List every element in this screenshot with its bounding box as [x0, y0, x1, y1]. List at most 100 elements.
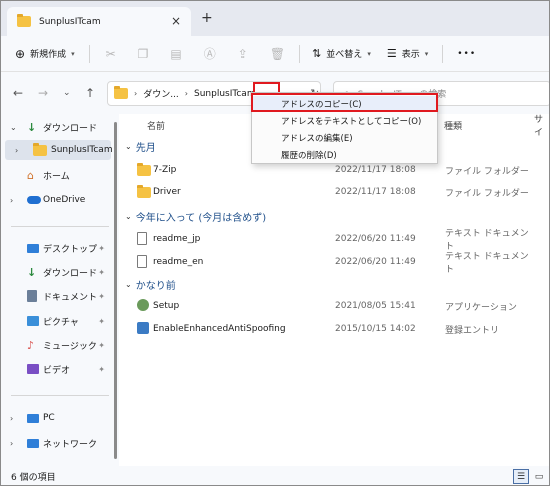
table-row[interactable]: EnableEnhancedAntiSpoofing 2015/10/15 14… — [133, 318, 537, 340]
sidebar-item-downloads[interactable]: ⌄ ↓ ダウンロード — [1, 117, 119, 137]
chevron-down-icon: ▾ — [71, 49, 75, 58]
sidebar-item-onedrive[interactable]: › OneDrive — [1, 190, 119, 210]
recent-chevron-icon[interactable]: ⌄ — [63, 88, 71, 98]
sidebar-item-documents[interactable]: ドキュメント ✦ — [1, 286, 119, 306]
sidebar-divider — [11, 226, 109, 227]
sidebar-divider — [11, 395, 109, 396]
group-header-long-ago[interactable]: ⌄ かなり前 — [125, 277, 176, 292]
pin-icon[interactable]: ✦ — [98, 365, 105, 374]
folder-icon — [33, 142, 47, 156]
rename-icon[interactable]: Ⓐ — [204, 45, 216, 62]
sidebar-item-downloads-pinned[interactable]: ↓ ダウンロード ✦ — [1, 262, 119, 282]
home-icon: ⌂ — [27, 168, 34, 182]
highlight-copy-address — [251, 93, 438, 112]
table-row[interactable]: Driver 2022/11/17 18:08 ファイル フォルダー — [133, 181, 537, 203]
menu-item-delete-history[interactable]: 履歴の削除(D) — [252, 147, 437, 163]
column-header-name[interactable]: 名前 — [147, 114, 165, 136]
cut-icon[interactable]: ✂ — [106, 47, 116, 61]
expanded-chevron-icon: ⌄ — [125, 212, 132, 221]
sort-icon: ⇅ — [312, 47, 322, 60]
more-options-icon[interactable]: ••• — [457, 49, 476, 59]
expanded-chevron-icon: ⌄ — [125, 280, 132, 289]
menu-item-edit-address[interactable]: アドレスの編集(E) — [252, 130, 437, 146]
forward-icon[interactable]: → — [38, 86, 48, 100]
file-list: 名前 種類 サイ ⌄ 先月 7-Zip 2022/11/17 18:08 ファイ… — [119, 114, 549, 466]
sidebar-item-music[interactable]: ♪ ミュージック ✦ — [1, 335, 119, 355]
file-date: 2022/06/20 11:49 — [335, 234, 416, 244]
share-icon[interactable]: ⇪ — [238, 47, 248, 61]
sidebar-item-label: ネットワーク — [43, 439, 98, 450]
pin-icon[interactable]: ✦ — [98, 341, 105, 350]
close-tab-icon[interactable]: × — [171, 14, 181, 28]
onedrive-cloud-icon — [27, 196, 41, 204]
documents-icon — [27, 290, 37, 302]
setup-application-icon — [137, 299, 149, 311]
pin-icon[interactable]: ✦ — [98, 292, 105, 301]
sidebar-item-label: OneDrive — [43, 195, 86, 205]
table-row[interactable]: readme_jp 2022/06/20 11:49 テキスト ドキュメント — [133, 228, 537, 252]
new-tab-button[interactable]: + — [201, 10, 213, 26]
chevron-down-icon: ▾ — [367, 49, 371, 58]
pin-icon[interactable]: ✦ — [98, 268, 105, 277]
paste-icon[interactable]: ▤ — [170, 47, 181, 61]
view-button-label: 表示 — [401, 50, 420, 60]
file-date: 2015/10/15 14:02 — [335, 324, 416, 334]
sidebar-item-label: ダウンロード — [43, 268, 98, 279]
details-view-icon[interactable]: ☰ — [513, 469, 529, 484]
status-bar: 6 個の項目 ☰ ▭ — [1, 466, 549, 485]
pin-icon[interactable]: ✦ — [98, 244, 105, 253]
explorer-window: SunplusITcam × + ⊕ 新規作成 ▾ ✂ ❐ ▤ Ⓐ ⇪ 🗑 ⇅ … — [0, 0, 550, 486]
view-icon: ☰ — [386, 47, 397, 60]
file-type: テキスト ドキュメント — [445, 252, 529, 275]
sidebar-item-label: ダウンロード — [43, 123, 98, 134]
breadcrumb-downloads[interactable]: ダウン... — [143, 87, 179, 100]
group-header-this-year[interactable]: ⌄ 今年に入って (今月は含めず) — [125, 209, 266, 224]
sidebar-item-pc[interactable]: › PC — [1, 408, 119, 428]
pictures-icon — [27, 316, 39, 326]
navigation-pane: ⌄ ↓ ダウンロード › SunplusITcam ⌂ ホーム › OneDri… — [1, 114, 119, 466]
file-date: 2021/08/05 15:41 — [335, 301, 416, 311]
collapsed-chevron-icon[interactable]: › — [10, 196, 13, 205]
table-row[interactable]: readme_en 2022/06/20 11:49 テキスト ドキュメント — [133, 251, 537, 275]
up-icon[interactable]: ↑ — [85, 86, 95, 100]
item-count: 6 個の項目 — [11, 473, 56, 483]
tab-title: SunplusITcam — [39, 16, 101, 27]
view-button[interactable]: ☰ 表示 ▾ — [387, 36, 428, 71]
sidebar-item-network[interactable]: › ネットワーク — [1, 433, 119, 453]
sidebar-item-pictures[interactable]: ピクチャ ✦ — [1, 311, 119, 331]
menu-item-copy-address-as-text[interactable]: アドレスをテキストとしてコピー(O) — [252, 113, 437, 129]
table-row[interactable]: Setup 2021/08/05 15:41 アプリケーション — [133, 295, 537, 317]
group-header-last-month[interactable]: ⌄ 先月 — [125, 139, 156, 154]
sidebar-item-label: ミュージック — [43, 341, 97, 352]
new-button[interactable]: ⊕ 新規作成 ▾ — [15, 36, 75, 71]
desktop-icon — [27, 243, 39, 253]
copy-icon[interactable]: ❐ — [138, 47, 149, 61]
registry-entry-icon — [137, 322, 149, 334]
back-icon[interactable]: ← — [13, 86, 23, 100]
folder-icon — [114, 86, 128, 99]
divider — [88, 44, 90, 63]
delete-icon[interactable]: 🗑 — [270, 47, 285, 61]
pin-icon[interactable]: ✦ — [98, 317, 105, 326]
breadcrumb-sunplusitcam[interactable]: SunplusITcam — [194, 89, 256, 99]
sidebar-item-videos[interactable]: ビデオ ✦ — [1, 359, 119, 379]
tiles-view-icon[interactable]: ▭ — [531, 469, 547, 484]
file-type: アプリケーション — [445, 302, 517, 313]
sidebar-item-home[interactable]: ⌂ ホーム — [1, 165, 119, 185]
sidebar-item-sunplusitcam[interactable]: › SunplusITcam — [5, 140, 113, 160]
sidebar-item-label: ビデオ — [43, 365, 71, 376]
network-icon — [27, 438, 39, 448]
expanded-chevron-icon[interactable]: ⌄ — [10, 123, 17, 132]
sort-button[interactable]: ⇅ 並べ替え ▾ — [312, 36, 371, 71]
collapsed-chevron-icon[interactable]: › — [10, 439, 13, 448]
tab-sunplusitcam[interactable]: SunplusITcam × — [7, 7, 191, 36]
expanded-chevron-icon: ⌄ — [125, 142, 132, 151]
sidebar-scrollbar[interactable] — [114, 122, 117, 459]
column-header-size[interactable]: サイ — [534, 114, 549, 138]
collapsed-chevron-icon[interactable]: › — [15, 146, 18, 155]
sidebar-item-desktop[interactable]: デスクトップ ✦ — [1, 238, 119, 258]
file-type: ファイル フォルダー — [445, 166, 529, 177]
column-header-type[interactable]: 種類 — [444, 114, 462, 136]
collapsed-chevron-icon[interactable]: › — [10, 414, 13, 423]
pc-monitor-icon — [27, 413, 39, 423]
